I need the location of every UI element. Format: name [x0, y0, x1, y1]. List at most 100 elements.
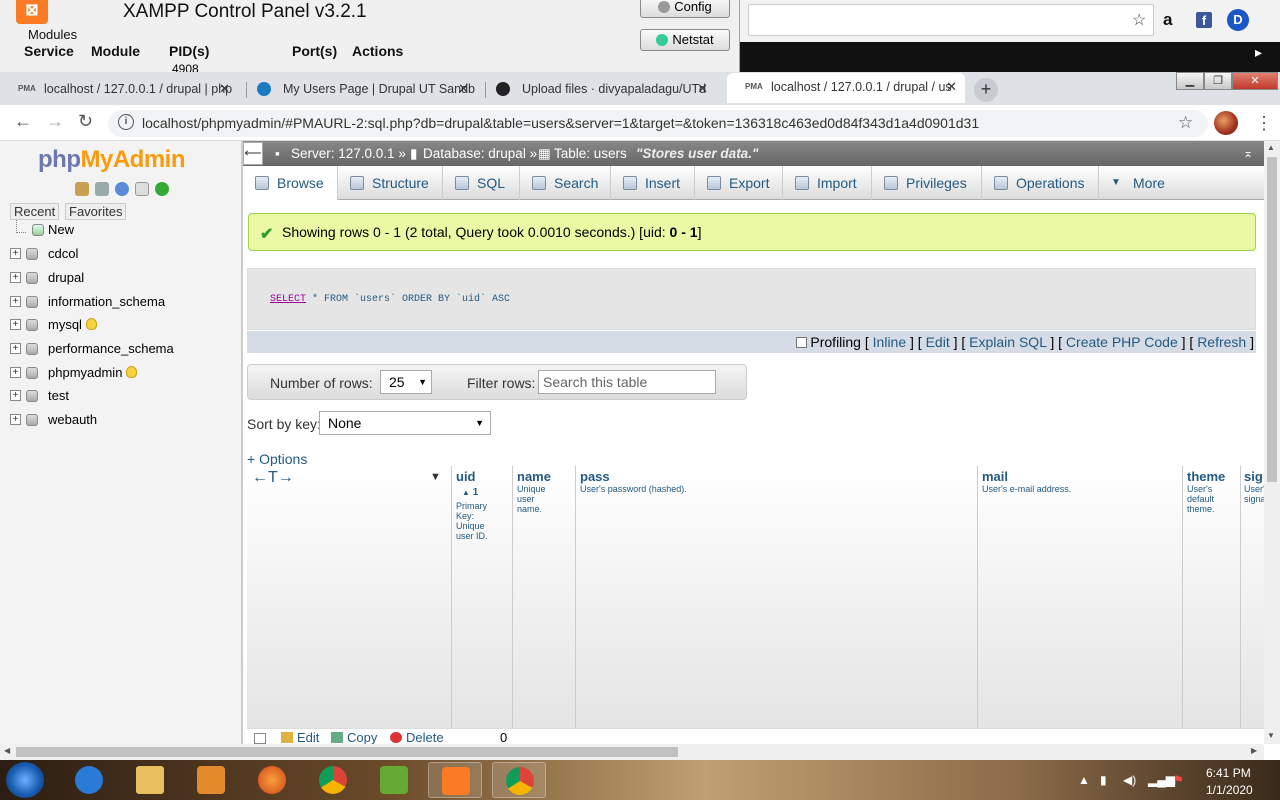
taskbar-firefox[interactable]: [245, 762, 299, 798]
expand-icon[interactable]: +: [10, 367, 21, 378]
sort-asc-indicator[interactable]: ▲ 1: [462, 487, 478, 498]
network-icon[interactable]: ▂▄▆: [1148, 773, 1175, 787]
minimize-button[interactable]: ▁: [1176, 72, 1204, 90]
home-icon[interactable]: [75, 182, 89, 196]
tab-structure[interactable]: Structure: [338, 166, 443, 200]
expand-icon[interactable]: +: [10, 272, 21, 283]
filter-input[interactable]: Search this table: [538, 370, 716, 394]
expand-icon[interactable]: +: [10, 414, 21, 425]
explain-sql-link[interactable]: Explain SQL: [969, 334, 1046, 350]
vertical-scroll-thumb[interactable]: [1267, 157, 1277, 482]
reload-icon[interactable]: ↻: [78, 111, 93, 132]
forward-icon[interactable]: →: [46, 111, 64, 132]
scroll-left-icon[interactable]: ◀: [4, 746, 10, 755]
new-tab-button[interactable]: +: [974, 78, 998, 102]
row-delete-link[interactable]: Delete: [390, 730, 444, 745]
db-item-cdcol[interactable]: + cdcol: [10, 246, 210, 266]
tray-expand-icon[interactable]: ▲: [1078, 773, 1090, 787]
expand-icon[interactable]: +: [10, 390, 21, 401]
tab-sql[interactable]: SQL: [443, 166, 520, 200]
start-button[interactable]: [6, 762, 44, 798]
close-icon[interactable]: ✕: [219, 75, 230, 103]
window-close-button[interactable]: ✕: [1232, 72, 1278, 90]
expand-icon[interactable]: +: [10, 296, 21, 307]
db-item-test[interactable]: + test: [10, 388, 210, 408]
back-icon[interactable]: ←: [14, 111, 32, 132]
scroll-right-icon[interactable]: ▶: [1251, 746, 1257, 755]
tab-import[interactable]: Import: [783, 166, 872, 200]
db-item-phpmyadmin[interactable]: + phpmyadmin: [10, 365, 210, 385]
collapse-up-icon[interactable]: ⌅: [1243, 141, 1253, 166]
breadcrumb-database[interactable]: Database: drupal »: [423, 141, 537, 166]
amazon-icon[interactable]: a: [1163, 10, 1172, 30]
info-icon[interactable]: i: [118, 114, 134, 130]
breadcrumb-table[interactable]: Table: users: [554, 141, 627, 166]
row-uid-value[interactable]: 0: [500, 730, 507, 745]
taskbar-chrome[interactable]: [306, 762, 360, 798]
expand-icon[interactable]: +: [10, 319, 21, 330]
horizontal-scroll-thumb[interactable]: [16, 747, 678, 757]
db-item-webauth[interactable]: + webauth: [10, 412, 210, 432]
create-php-link[interactable]: Create PHP Code: [1066, 334, 1178, 350]
tab-browse[interactable]: Browse: [243, 166, 338, 200]
xampp-netstat-button[interactable]: Netstat: [640, 29, 730, 51]
clock-time[interactable]: 6:41 PM: [1206, 766, 1251, 780]
expand-icon[interactable]: +: [10, 248, 21, 259]
tab-export[interactable]: Export: [695, 166, 783, 200]
tab-pma-1[interactable]: PMA localhost / 127.0.0.1 / drupal | php…: [0, 75, 238, 103]
breadcrumb-server[interactable]: Server: 127.0.0.1 »: [291, 141, 406, 166]
tab-favorites[interactable]: Favorites: [65, 203, 127, 220]
volume-icon[interactable]: ◀): [1123, 773, 1136, 787]
menu-icon[interactable]: ▸: [1255, 44, 1262, 61]
tab-insert[interactable]: Insert: [611, 166, 695, 200]
profiling-checkbox[interactable]: [796, 337, 808, 348]
bookmark-star-icon[interactable]: ☆: [1132, 10, 1146, 30]
chevron-down-icon[interactable]: ▼: [430, 471, 441, 483]
tab-drupal[interactable]: My Users Page | Drupal UT Sandb ✕: [239, 75, 477, 103]
xampp-config-button[interactable]: Config: [640, 0, 730, 18]
scroll-up-icon[interactable]: ▲: [1267, 143, 1275, 152]
url-text[interactable]: localhost/phpmyadmin/#PMAURL-2:sql.php?d…: [142, 115, 979, 131]
tab-privileges[interactable]: Privileges: [872, 166, 982, 200]
close-icon[interactable]: ✕: [946, 73, 957, 101]
extension-d-icon[interactable]: D: [1227, 9, 1249, 31]
taskbar-chrome-running[interactable]: [492, 762, 546, 798]
panel-splitter[interactable]: [241, 141, 243, 744]
row-checkbox[interactable]: [254, 733, 266, 744]
battery-icon[interactable]: ▮: [1100, 773, 1107, 787]
options-link[interactable]: + Options: [247, 451, 307, 467]
rows-select[interactable]: 25 ▼: [380, 370, 432, 394]
new-database-item[interactable]: New: [10, 220, 210, 242]
tab-search[interactable]: Search: [520, 166, 611, 200]
tab-recent[interactable]: Recent: [10, 203, 60, 220]
docs-icon[interactable]: [135, 182, 149, 196]
column-header-theme[interactable]: theme: [1187, 469, 1225, 484]
profile-avatar[interactable]: [1214, 111, 1238, 135]
taskbar-bigfarm[interactable]: [367, 762, 421, 798]
sort-key-select[interactable]: None ▼: [319, 411, 491, 435]
column-header-signature[interactable]: sig: [1244, 469, 1263, 484]
reload-nav-icon[interactable]: [155, 182, 169, 196]
facebook-icon[interactable]: f: [1196, 12, 1212, 28]
phpmyadmin-logo[interactable]: phpMyAdmin: [38, 146, 185, 174]
sql-select-keyword[interactable]: SELECT: [270, 294, 306, 305]
tab-github[interactable]: Upload files · divyapaladagu/UTd ✕: [478, 75, 716, 103]
logout-icon[interactable]: [95, 182, 109, 196]
behind-omnibox[interactable]: [748, 4, 1154, 36]
edit-sql-link[interactable]: Edit: [926, 334, 950, 350]
scroll-down-icon[interactable]: ▼: [1267, 731, 1275, 740]
taskbar-explorer[interactable]: [123, 762, 177, 798]
tab-more[interactable]: ▼ More: [1099, 166, 1177, 200]
column-arrows-icon[interactable]: ←T→: [252, 469, 294, 487]
restore-button[interactable]: ❐: [1204, 72, 1232, 90]
help-icon[interactable]: [115, 182, 129, 196]
row-copy-link[interactable]: Copy: [331, 730, 377, 745]
tab-operations[interactable]: Operations: [982, 166, 1099, 200]
collapse-nav-button[interactable]: ⟵: [243, 142, 263, 165]
column-header-pass[interactable]: pass: [580, 469, 610, 484]
db-item-information-schema[interactable]: + information_schema: [10, 294, 210, 314]
chrome-menu-icon[interactable]: ⋮: [1255, 113, 1273, 134]
db-item-performance-schema[interactable]: + performance_schema: [10, 341, 210, 361]
tab-pma-active[interactable]: PMA localhost / 127.0.0.1 / drupal / us …: [727, 73, 965, 103]
bookmark-star-icon[interactable]: ☆: [1178, 113, 1193, 133]
